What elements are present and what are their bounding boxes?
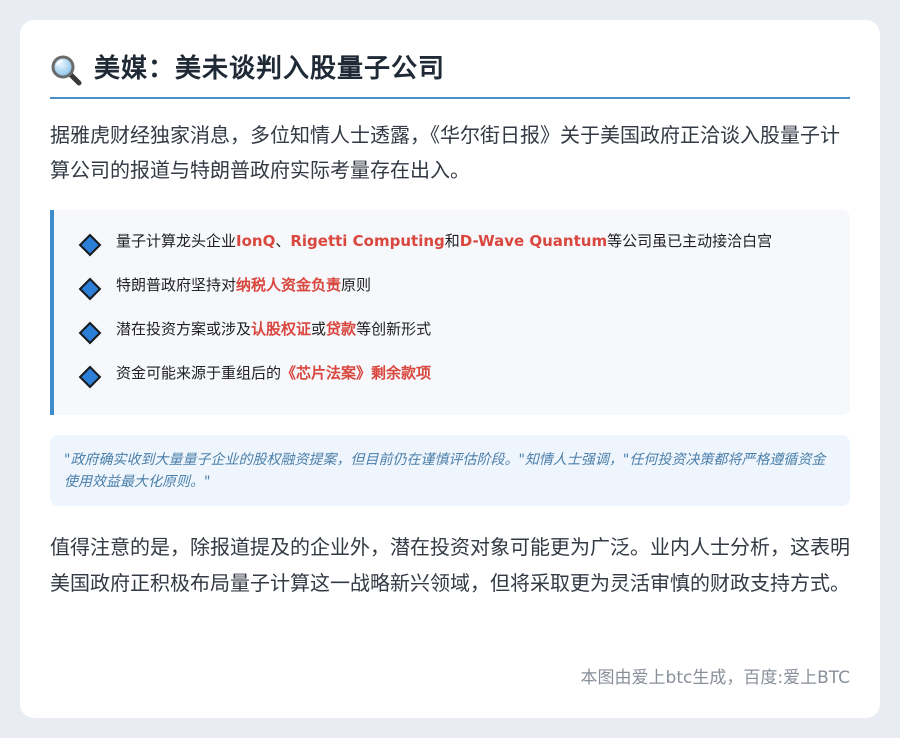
magnifier-icon [50,54,82,86]
diamond-bullet-icon [78,277,102,301]
list-item: 量子计算龙头企业IonQ、Rigetti Computing和D-Wave Qu… [78,228,773,257]
list-item: 特朗普政府坚持对纳税人资金负责原则 [78,272,372,301]
list-item: 资金可能来源于重组后的《芯片法案》剩余款项 [78,360,432,389]
diamond-bullet-icon [78,365,102,389]
list-item-text: 特朗普政府坚持对纳税人资金负责原则 [116,275,372,294]
conclusion-paragraph: 值得注意的是，除报道提及的企业外，潜在投资对象可能更为广泛。业内人士分析，这表明… [50,535,850,595]
diamond-bullet-icon [78,321,102,345]
footer-credit: 本图由爱上btc生成，百度:爱上BTC [580,668,850,688]
intro-paragraph: 据雅虎财经独家消息，多位知情人士透露，《华尔街日报》关于美国政府正洽谈入股量子计… [50,123,840,182]
title-row: 美媒：美未谈判入股量子公司 [50,50,850,99]
list-item-text: 量子计算龙头企业IonQ、Rigetti Computing和D-Wave Qu… [116,231,773,250]
quote-block: "政府确实收到大量量子企业的股权融资提案，但目前仍在谨慎评估阶段。"知情人士强调… [50,435,850,506]
key-points-box: 量子计算龙头企业IonQ、Rigetti Computing和D-Wave Qu… [50,210,850,415]
list-item-text: 潜在投资方案或涉及认股权证或贷款等创新形式 [116,319,432,338]
list-item-text: 资金可能来源于重组后的《芯片法案》剩余款项 [116,363,432,382]
diamond-bullet-icon [78,233,102,257]
list-item: 潜在投资方案或涉及认股权证或贷款等创新形式 [78,316,432,345]
page-title: 美媒：美未谈判入股量子公司 [94,54,446,84]
article-card: 美媒：美未谈判入股量子公司 据雅虎财经独家消息，多位知情人士透露，《华尔街日报》… [20,20,880,718]
